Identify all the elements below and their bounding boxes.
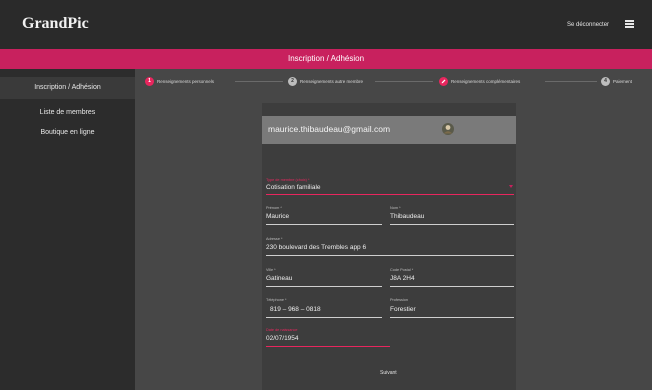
address-underline	[266, 255, 514, 256]
birthdate-underline	[266, 346, 390, 347]
sidebar-item-inscription[interactable]: Inscription / Adhésion	[0, 77, 135, 99]
step-payment[interactable]: 4 Paiement	[601, 74, 632, 88]
next-button[interactable]: Suivant	[380, 370, 397, 376]
page-title: Inscription / Adhésion	[0, 54, 652, 63]
step-other-member[interactable]: 2 Renseignements autre membre	[288, 74, 363, 88]
page-banner: Inscription / Adhésion	[0, 49, 652, 69]
city-field[interactable]: Gatineau	[266, 275, 292, 282]
address-label: Adresse *	[266, 237, 282, 241]
top-bar: GrandPic Se déconnecter	[0, 0, 652, 49]
membership-type-select[interactable]: Cotisation familiale	[266, 184, 321, 191]
email-display: maurice.thibaudeau@gmail.com	[268, 124, 390, 134]
step-number-badge: 2	[288, 77, 297, 86]
last-name-label: Nom *	[390, 206, 401, 210]
birthdate-label: Date de naissance	[266, 328, 297, 332]
step-connector	[375, 81, 433, 82]
brand-logo[interactable]: GrandPic	[22, 15, 89, 33]
postal-code-underline	[390, 286, 514, 287]
step-connector	[545, 81, 597, 82]
phone-field[interactable]: 819 – 968 – 0818	[270, 306, 321, 313]
address-field[interactable]: 230 boulevard des Trembles app 6	[266, 244, 366, 251]
step-number-badge: 1	[145, 77, 154, 86]
membership-type-underline	[266, 194, 514, 195]
first-name-label: Prénom *	[266, 206, 282, 210]
step-label: Renseignements autre membre	[300, 79, 363, 84]
city-label: Ville *	[266, 268, 276, 272]
step-personal[interactable]: 1 Renseignements personnels	[145, 74, 214, 88]
step-number-badge: 4	[601, 77, 610, 86]
birthdate-field[interactable]: 02/07/1954	[266, 335, 299, 342]
pencil-icon	[439, 77, 448, 86]
stepper: 1 Renseignements personnels 2 Renseignem…	[135, 74, 652, 88]
sidebar: Inscription / Adhésion Liste de membres …	[0, 69, 135, 390]
postal-code-label: Code Postal *	[390, 268, 413, 272]
hamburger-icon[interactable]	[625, 20, 634, 28]
logout-link[interactable]: Se déconnecter	[567, 22, 609, 28]
first-name-field[interactable]: Maurice	[266, 213, 289, 220]
city-underline	[266, 286, 382, 287]
profession-field[interactable]: Forestier	[390, 306, 416, 313]
sidebar-item-shop[interactable]: Boutique en ligne	[0, 129, 135, 136]
postal-code-field[interactable]: J8A 2H4	[390, 275, 415, 282]
step-label: Paiement	[613, 79, 632, 84]
step-complementary[interactable]: Renseignements complémentaires	[439, 74, 520, 88]
sidebar-item-members[interactable]: Liste de membres	[0, 109, 135, 116]
chevron-down-icon[interactable]	[509, 185, 513, 188]
membership-type-label: Type de membre (choix) *	[266, 178, 309, 182]
step-connector	[235, 81, 283, 82]
phone-label: Téléphone *	[266, 298, 286, 302]
profession-label: Profession	[390, 298, 408, 302]
profession-underline	[390, 317, 514, 318]
phone-underline	[266, 317, 382, 318]
first-name-underline	[266, 224, 382, 225]
last-name-underline	[390, 224, 514, 225]
last-name-field[interactable]: Thibaudeau	[390, 213, 424, 220]
step-label: Renseignements personnels	[157, 79, 214, 84]
step-label: Renseignements complémentaires	[451, 79, 520, 84]
avatar-icon[interactable]	[442, 123, 454, 135]
